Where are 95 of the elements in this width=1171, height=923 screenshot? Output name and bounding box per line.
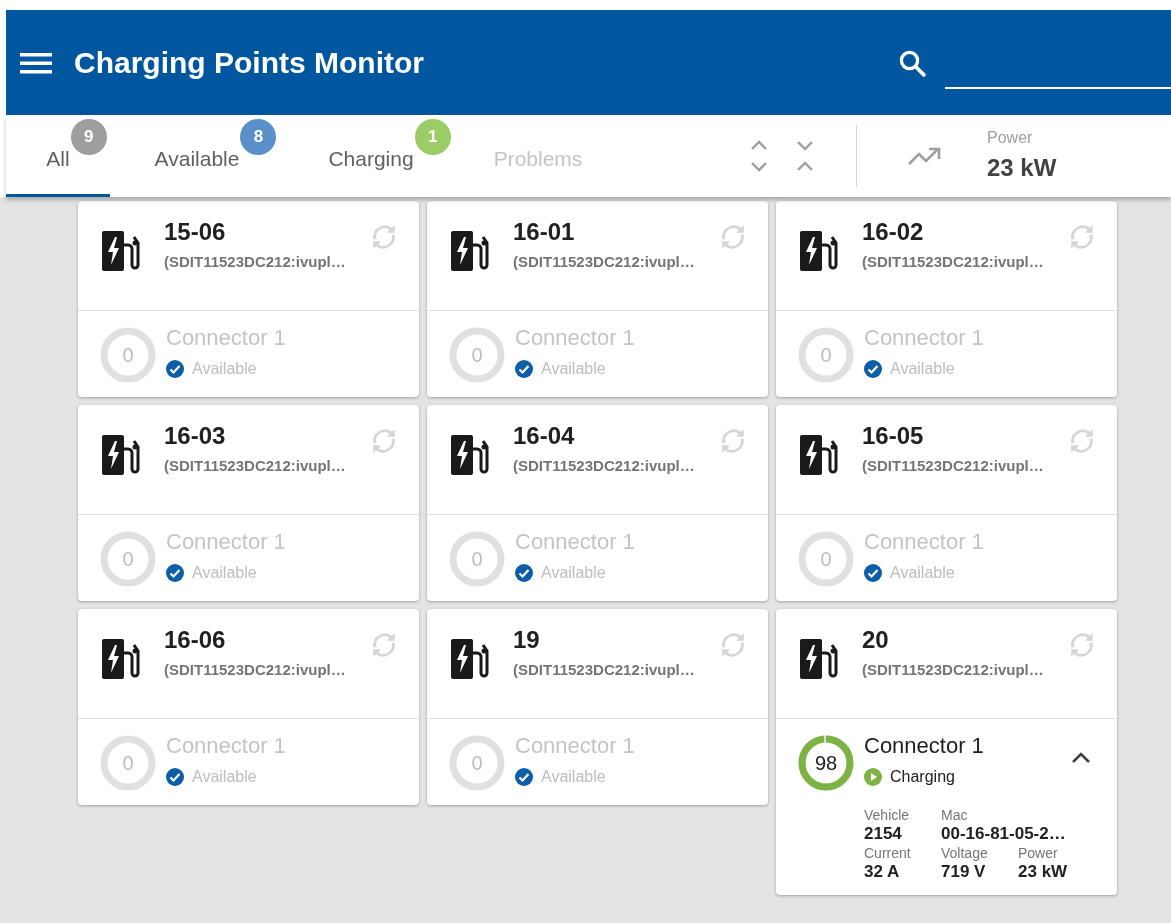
filter-tab[interactable]: Charging 1 (284, 115, 458, 197)
detail-value: 719 V (941, 861, 987, 883)
ev-charger-icon (800, 433, 838, 475)
ev-charger-icon (800, 229, 838, 271)
charge-percent: 0 (122, 751, 134, 776)
charge-ring (796, 529, 856, 589)
detail-value: 00-16-81-05-2… (941, 823, 1066, 845)
station-id: (SDIT11523DC212:ivupl… (513, 456, 696, 476)
count-badge: 1 (414, 118, 451, 155)
station-id: (SDIT11523DC212:ivupl… (164, 456, 347, 476)
charge-percent: 0 (820, 547, 832, 572)
connector-status: Available (192, 767, 257, 787)
connector-status: Available (192, 563, 257, 583)
ev-charger-icon (451, 433, 489, 475)
filter-tab[interactable]: Available 8 (110, 115, 284, 197)
detail-value: 23 kW (1018, 861, 1068, 883)
ev-charger-icon (451, 229, 489, 271)
station-id: (SDIT11523DC212:ivupl… (862, 660, 1045, 680)
connector-name: Connector 1 (864, 529, 985, 555)
refresh-icon[interactable] (1069, 631, 1095, 659)
count-badge: 8 (240, 118, 277, 155)
station-id: (SDIT11523DC212:ivupl… (164, 660, 347, 680)
charge-ring (447, 733, 507, 793)
station-id: (SDIT11523DC212:ivupl… (862, 456, 1045, 476)
connector-name: Connector 1 (166, 325, 287, 351)
connector-status: Available (192, 359, 257, 379)
menu-icon[interactable] (20, 50, 52, 75)
refresh-icon[interactable] (371, 223, 397, 251)
station-name: 16-03 (164, 421, 227, 451)
ev-charger-icon (102, 637, 140, 679)
detail-value: 32 A (864, 861, 901, 883)
charge-percent: 98 (814, 751, 838, 776)
refresh-icon[interactable] (720, 223, 746, 251)
charge-ring (447, 529, 507, 589)
charge-percent: 0 (471, 751, 483, 776)
charge-ring (796, 733, 856, 793)
station-name: 16-05 (862, 421, 925, 451)
connector-status: Available (541, 359, 606, 379)
connector-name: Connector 1 (515, 529, 636, 555)
connector-status: Available (541, 767, 606, 787)
charge-percent: 0 (471, 343, 483, 368)
ev-charger-icon (102, 229, 140, 271)
refresh-icon[interactable] (720, 631, 746, 659)
charge-percent: 0 (820, 343, 832, 368)
station-name: 16-06 (164, 625, 227, 655)
refresh-icon[interactable] (1069, 427, 1095, 455)
connector-name: Connector 1 (166, 733, 287, 759)
detail-label: Mac (941, 807, 969, 823)
collapse-all-icon[interactable] (794, 139, 816, 173)
connector-status: Available (541, 563, 606, 583)
expand-all-icon[interactable] (748, 139, 770, 173)
connector-status: Available (890, 563, 955, 583)
ev-charger-icon (800, 637, 838, 679)
ev-charger-icon (451, 637, 489, 679)
connector-status: Available (890, 359, 955, 379)
count-badge: 9 (70, 118, 107, 155)
charge-ring (98, 325, 158, 385)
station-name: 16-01 (513, 217, 576, 247)
chevron-up-icon[interactable] (1071, 751, 1091, 765)
detail-label: Vehicle (864, 807, 911, 823)
app-title: Charging Points Monitor (74, 45, 424, 81)
power-value: 23 kW (987, 153, 1057, 183)
charge-ring (796, 325, 856, 385)
connector-name: Connector 1 (166, 529, 287, 555)
charge-percent: 0 (471, 547, 483, 572)
station-name: 16-04 (513, 421, 576, 451)
station-name: 16-02 (862, 217, 925, 247)
station-id: (SDIT11523DC212:ivupl… (164, 252, 347, 272)
refresh-icon[interactable] (720, 427, 746, 455)
ev-charger-icon (102, 433, 140, 475)
detail-label: Voltage (941, 845, 989, 861)
refresh-icon[interactable] (1069, 223, 1095, 251)
connector-name: Connector 1 (515, 325, 636, 351)
connector-name: Connector 1 (864, 733, 985, 759)
station-name: 19 (513, 625, 541, 655)
detail-label: Power (1018, 845, 1059, 861)
refresh-icon[interactable] (371, 427, 397, 455)
power-label: Power (987, 128, 1034, 148)
connector-status: Charging (890, 767, 955, 787)
charge-ring (98, 733, 158, 793)
charge-percent: 0 (122, 547, 134, 572)
station-name: 20 (862, 625, 890, 655)
trending-up-icon[interactable] (907, 145, 941, 167)
connector-name: Connector 1 (864, 325, 985, 351)
station-name: 15-06 (164, 217, 227, 247)
detail-label: Current (864, 845, 912, 861)
connector-name: Connector 1 (515, 733, 636, 759)
station-id: (SDIT11523DC212:ivupl… (862, 252, 1045, 272)
charge-percent: 0 (122, 343, 134, 368)
charge-ring (98, 529, 158, 589)
station-id: (SDIT11523DC212:ivupl… (513, 660, 696, 680)
detail-value: 2154 (864, 823, 903, 845)
station-id: (SDIT11523DC212:ivupl… (513, 252, 696, 272)
charge-ring (447, 325, 507, 385)
refresh-icon[interactable] (371, 631, 397, 659)
